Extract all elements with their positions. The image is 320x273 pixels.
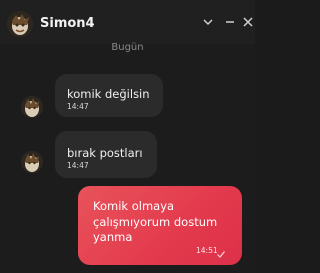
message-bubble-incoming[interactable]: komik değilsin 14:47 bbox=[55, 74, 163, 117]
contact-name[interactable]: Simon4 bbox=[40, 16, 95, 31]
chat-header: Simon4 bbox=[0, 0, 255, 44]
contact-avatar[interactable] bbox=[7, 11, 33, 37]
message-time: 14:51 bbox=[196, 246, 218, 255]
sender-avatar[interactable] bbox=[21, 96, 43, 118]
avatar-image bbox=[7, 11, 33, 37]
chat-window: Simon4 Bugün komik değilsin 14:47 bırak … bbox=[0, 0, 255, 273]
avatar-image bbox=[21, 96, 43, 118]
message-time: 14:47 bbox=[67, 161, 89, 170]
check-icon bbox=[216, 244, 226, 258]
sender-avatar[interactable] bbox=[21, 151, 43, 173]
close-icon[interactable] bbox=[241, 14, 255, 28]
chevron-down-icon[interactable] bbox=[201, 14, 215, 28]
message-text: komik değilsin bbox=[67, 87, 150, 101]
avatar-image bbox=[21, 151, 43, 173]
message-text: bırak postları bbox=[67, 146, 143, 160]
message-bubble-outgoing[interactable]: Komik olmaya çalışmıyorum dostum yanma 1… bbox=[78, 186, 242, 265]
date-separator: Bugün bbox=[111, 42, 144, 53]
message-time: 14:47 bbox=[67, 102, 89, 111]
minimize-icon[interactable] bbox=[223, 14, 237, 28]
message-bubble-incoming[interactable]: bırak postları 14:47 bbox=[55, 131, 157, 178]
message-text: Komik olmaya çalışmıyorum dostum yanma bbox=[93, 199, 218, 244]
